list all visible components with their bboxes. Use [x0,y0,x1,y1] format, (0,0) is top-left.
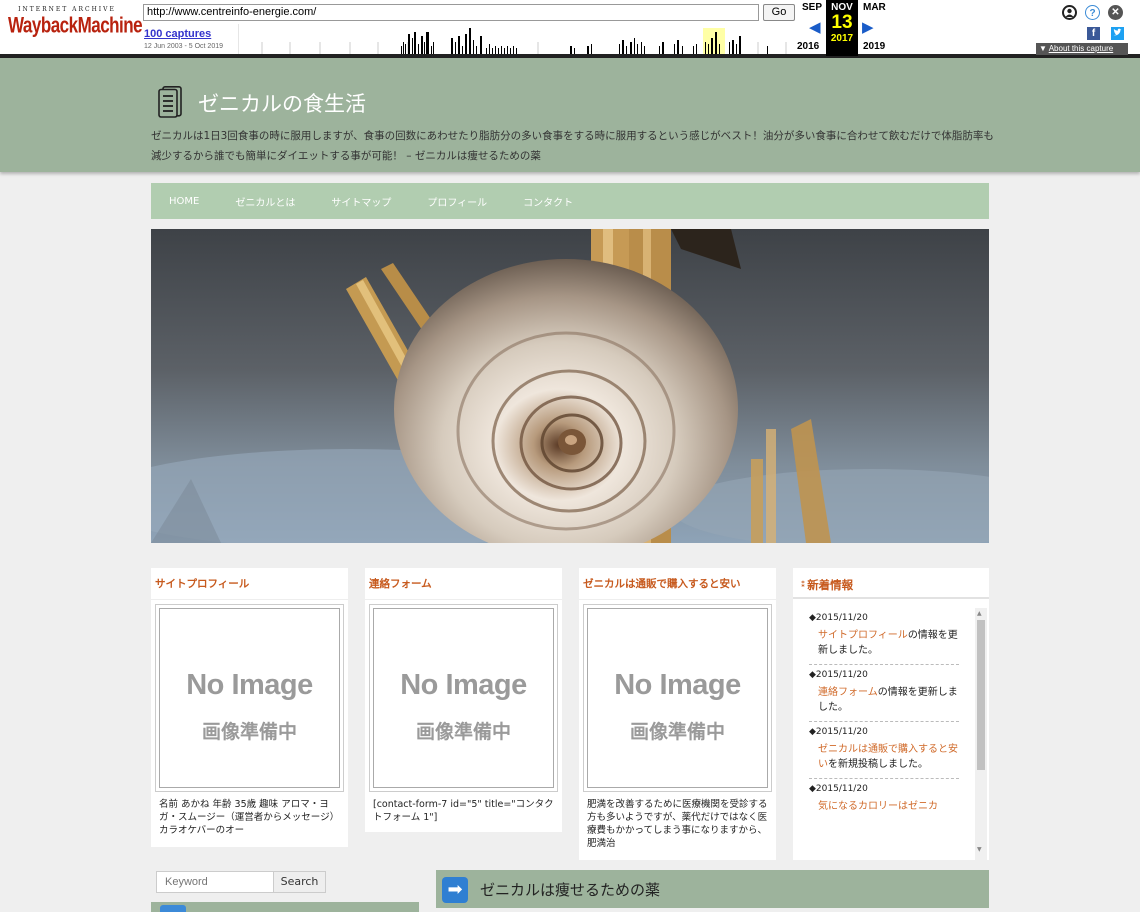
nav-item-home[interactable]: HOME [169,196,199,207]
nav-item-about[interactable]: ゼニカルとは [235,194,295,209]
no-image-subtext: 画像準備中 [629,721,725,743]
sidebar-box-icon [160,905,186,912]
bullet-icon: ⁑ [801,580,806,589]
wayback-prev-arrow-icon[interactable]: ◀ [809,18,821,36]
card-title[interactable]: 連絡フォーム [365,568,562,600]
wayback-next-year[interactable]: 2019 [863,41,885,52]
wayback-current-day: 13 [831,12,853,33]
news-title-label: 新着情報 [807,578,854,592]
card-excerpt: 名前 あかね 年齢 35歳 趣味 アロマ・ヨガ・スムージー（運営者からメッセージ… [159,799,340,836]
facebook-icon[interactable]: f [1087,27,1100,40]
close-icon[interactable]: ✕ [1108,5,1123,20]
wayback-next-month[interactable]: MAR [863,2,886,13]
site-description: ゼニカルは1日3回食事の時に服用しますが、食事の回数にあわせたり脂肪分の多い食事… [151,130,994,162]
wayback-prev-month[interactable]: SEP [802,2,822,13]
wayback-about-label: About this capture [1048,44,1114,53]
wayback-toolbar: INTERNET ARCHIVE WaybackMachine http://w… [0,0,1140,58]
no-image-text: No Image [614,669,741,701]
news-item: ◆2015/11/20 ゼニカルは通販で購入すると安いを新規投稿しました。 [809,722,959,779]
site-header: ゼニカルの食生活 ゼニカルは1日3回食事の時に服用しますが、食事の回数にあわせた… [0,58,1140,172]
no-image-subtext: 画像準備中 [415,721,511,743]
wayback-logo-main: WaybackMachine [8,13,143,38]
news-link[interactable]: サイトプロフィール [818,630,908,641]
news-link[interactable]: 連絡フォーム [818,687,878,698]
news-date: ◆2015/11/20 [809,670,868,680]
twitter-icon[interactable] [1111,27,1124,40]
nav-item-contact[interactable]: コンタクト [523,194,573,209]
news-date: ◆2015/11/20 [809,727,868,737]
card-thumbnail[interactable]: No Image 画像準備中 [583,604,772,792]
arrow-right-icon: ➡ [442,877,468,903]
no-image-text: No Image [400,669,527,701]
document-icon [158,86,182,118]
news-suffix: を新規投稿しました。 [828,759,928,770]
news-scrollbar[interactable]: ▲ ▼ [975,608,987,860]
no-image-subtext: 画像準備中 [201,721,297,743]
wayback-next-arrow-icon[interactable]: ▶ [862,18,874,36]
card-excerpt: 肥満を改善するために医療機関を受診する方も多いようですが、薬代だけではなく医療費… [587,799,768,849]
nav-item-profile[interactable]: プロフィール [427,194,487,209]
wayback-sparkline[interactable] [238,24,790,54]
nav-item-sitemap[interactable]: サイトマップ [331,194,391,209]
news-date: ◆2015/11/20 [809,613,868,623]
no-image-text: No Image [186,669,313,701]
wayback-current-date: NOV 13 2017 [826,0,858,56]
news-widget: ⁑ 新着情報 ◆2015/11/20 サイトプロフィールの情報を更新しました。 ◆… [793,568,989,860]
main-heading: ➡ ゼニカルは痩せるための薬 [436,870,989,908]
news-item: ◆2015/11/20 サイトプロフィールの情報を更新しました。 [809,608,959,665]
scroll-up-icon[interactable]: ▲ [977,610,982,617]
scroll-down-icon[interactable]: ▼ [977,846,982,853]
news-title: ⁑ 新着情報 [793,568,989,599]
news-link[interactable]: 気になるカロリーはゼニカ [818,801,938,812]
news-item: ◆2015/11/20 気になるカロリーはゼニカ [809,779,959,820]
card-thumbnail[interactable]: No Image 画像準備中 [369,604,558,792]
article-card[interactable]: サイトプロフィール No Image 画像準備中 名前 あかね 年齢 35歳 趣… [151,568,348,847]
wayback-captures-link[interactable]: 100 captures [144,28,211,40]
main-nav: HOME ゼニカルとは サイトマップ プロフィール コンタクト [151,183,989,219]
search-button[interactable]: Search [273,871,326,893]
wayback-go-button[interactable]: Go [763,4,795,21]
news-item: ◆2015/11/20 連絡フォームの情報を更新しました。 [809,665,959,722]
card-title[interactable]: サイトプロフィール [151,568,348,600]
wayback-url-input[interactable]: http://www.centreinfo-energie.com/ [143,4,759,21]
search-input[interactable] [156,871,274,893]
card-title[interactable]: ゼニカルは通販で購入すると安い [579,568,776,600]
main-heading-text: ゼニカルは痩せるための薬 [480,881,661,899]
wayback-current-year: 2017 [830,33,854,44]
help-icon[interactable]: ? [1085,5,1100,20]
card-excerpt: [contact-form-7 id="5" title="コンタクトフォーム … [373,799,554,823]
news-list[interactable]: ◆2015/11/20 サイトプロフィールの情報を更新しました。 ◆2015/1… [809,608,959,860]
wayback-logo-top: INTERNET ARCHIVE [18,6,116,13]
wayback-prev-year[interactable]: 2016 [797,41,819,52]
article-card[interactable]: 連絡フォーム No Image 画像準備中 [contact-form-7 id… [365,568,562,832]
wayback-about-capture-link[interactable]: ▼ About this capture [1036,43,1128,55]
wayback-capture-range: 12 Jun 2003 - 5 Oct 2019 [144,43,223,50]
card-thumbnail[interactable]: No Image 画像準備中 [155,604,344,792]
hero-image [151,229,989,543]
wayback-logo[interactable]: INTERNET ARCHIVE WaybackMachine [8,6,143,50]
sidebar-box-header [151,902,419,912]
news-date: ◆2015/11/20 [809,784,868,794]
user-icon[interactable] [1062,5,1077,20]
scrollbar-thumb[interactable] [977,620,985,770]
article-card[interactable]: ゼニカルは通販で購入すると安い No Image 画像準備中 肥満を改善するため… [579,568,776,860]
site-title[interactable]: ゼニカルの食生活 [198,88,366,118]
